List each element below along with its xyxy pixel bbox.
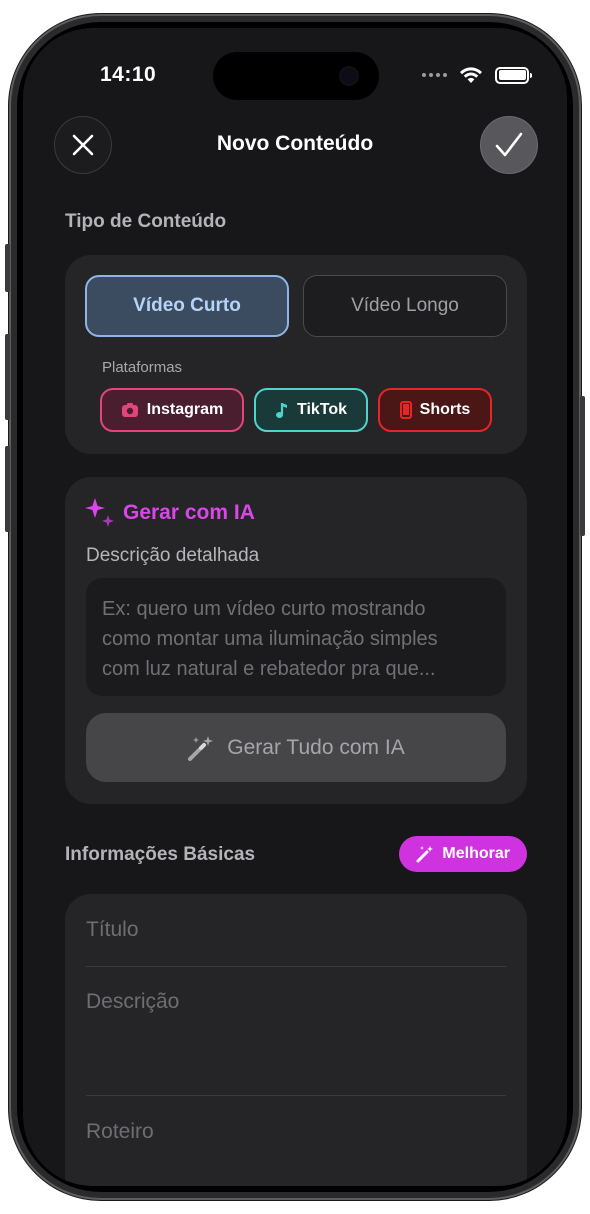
ai-section-title: Gerar com IA	[123, 501, 255, 524]
magic-wand-icon	[188, 735, 214, 761]
platform-label-tiktok: TikTok	[296, 401, 348, 418]
script-input[interactable]: Roteiro	[86, 1120, 154, 1144]
ai-placeholder-line: Ex: quero um vídeo curto mostrando	[102, 598, 426, 620]
platform-label-instagram: Instagram	[146, 401, 224, 418]
description-input[interactable]: Descrição	[86, 990, 506, 1090]
option-long-video[interactable]: Vídeo Longo	[303, 275, 507, 337]
side-button-power	[580, 396, 585, 536]
status-time: 14:10	[100, 63, 157, 86]
cellular-signal-icon	[422, 73, 447, 77]
music-note-icon	[275, 403, 287, 418]
option-short-video[interactable]: Vídeo Curto	[85, 275, 289, 337]
ai-placeholder-line: com luz natural e rebatedor pra que...	[102, 658, 436, 680]
front-camera-icon	[339, 66, 359, 86]
generate-all-ai-button[interactable]: Gerar Tudo com IA	[86, 713, 506, 782]
improve-button[interactable]: Melhorar	[399, 836, 527, 872]
ai-card: Gerar com IA Descrição detalhada Ex: que…	[65, 477, 527, 804]
magic-wand-icon	[416, 846, 434, 863]
dynamic-island	[213, 52, 379, 100]
title-input[interactable]: Título	[86, 918, 139, 942]
platform-chip-instagram[interactable]: Instagram	[100, 388, 244, 432]
wifi-icon	[460, 67, 482, 83]
ai-description-label: Descrição detalhada	[86, 545, 260, 566]
sparkles-icon	[85, 498, 114, 527]
field-divider	[86, 966, 506, 967]
confirm-button[interactable]	[480, 116, 538, 174]
platforms-label: Plataformas	[102, 359, 183, 376]
side-button-action	[5, 244, 10, 292]
platform-chip-tiktok[interactable]: TikTok	[254, 388, 368, 432]
phone-icon	[399, 401, 412, 419]
checkmark-icon	[495, 132, 523, 157]
basic-info-label: Informações Básicas	[65, 844, 256, 865]
basic-info-card: Título Descrição Roteiro	[65, 894, 527, 1186]
content-type-card: Vídeo Curto Vídeo Longo Plataformas Inst…	[65, 255, 527, 454]
field-divider	[86, 1095, 506, 1096]
camera-icon	[121, 403, 138, 417]
ai-placeholder-line: como montar uma iluminação simples	[102, 628, 438, 650]
side-button-volume-down	[5, 446, 10, 532]
generate-all-ai-label: Gerar Tudo com IA	[227, 735, 405, 759]
status-indicators	[422, 66, 532, 84]
ai-description-input[interactable]: Ex: quero um vídeo curto mostrando como …	[86, 578, 506, 696]
side-button-volume-up	[5, 334, 10, 420]
platform-chip-shorts[interactable]: Shorts	[378, 388, 492, 432]
app-screen: 14:10 Novo Conteúdo Tipo de Conteúdo Víd…	[23, 28, 567, 1186]
improve-button-label: Melhorar	[442, 845, 510, 862]
content-type-label: Tipo de Conteúdo	[65, 211, 227, 232]
battery-icon	[495, 66, 532, 84]
platform-label-shorts: Shorts	[419, 401, 471, 418]
